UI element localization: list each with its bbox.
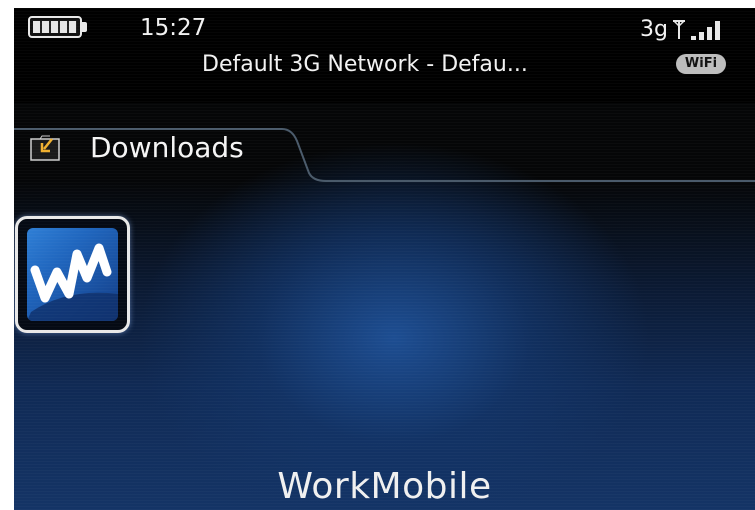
folder-download-icon (30, 135, 60, 161)
device-home-screen: 15:27 Default 3G Network - Defau... 3g W… (14, 8, 755, 510)
signal-strength-icon (673, 20, 720, 40)
wifi-badge: WiFi (676, 54, 726, 74)
workmobile-app-icon[interactable] (15, 216, 130, 333)
status-time: 15:27 (140, 15, 207, 41)
status-bar: 15:27 Default 3G Network - Defau... 3g W… (14, 8, 755, 103)
battery-tip (82, 22, 87, 32)
selected-app-name: WorkMobile (277, 466, 492, 507)
folder-title: Downloads (90, 131, 244, 164)
wm-logo-icon (27, 243, 118, 321)
workmobile-logo (27, 228, 118, 321)
battery-full-icon (28, 16, 82, 38)
screenshot-frame: 15:27 Default 3G Network - Defau... 3g W… (0, 0, 755, 510)
folder-header: Downloads (14, 103, 755, 213)
network-name: Default 3G Network - Defau... (202, 52, 528, 77)
network-type: 3g (640, 17, 668, 42)
